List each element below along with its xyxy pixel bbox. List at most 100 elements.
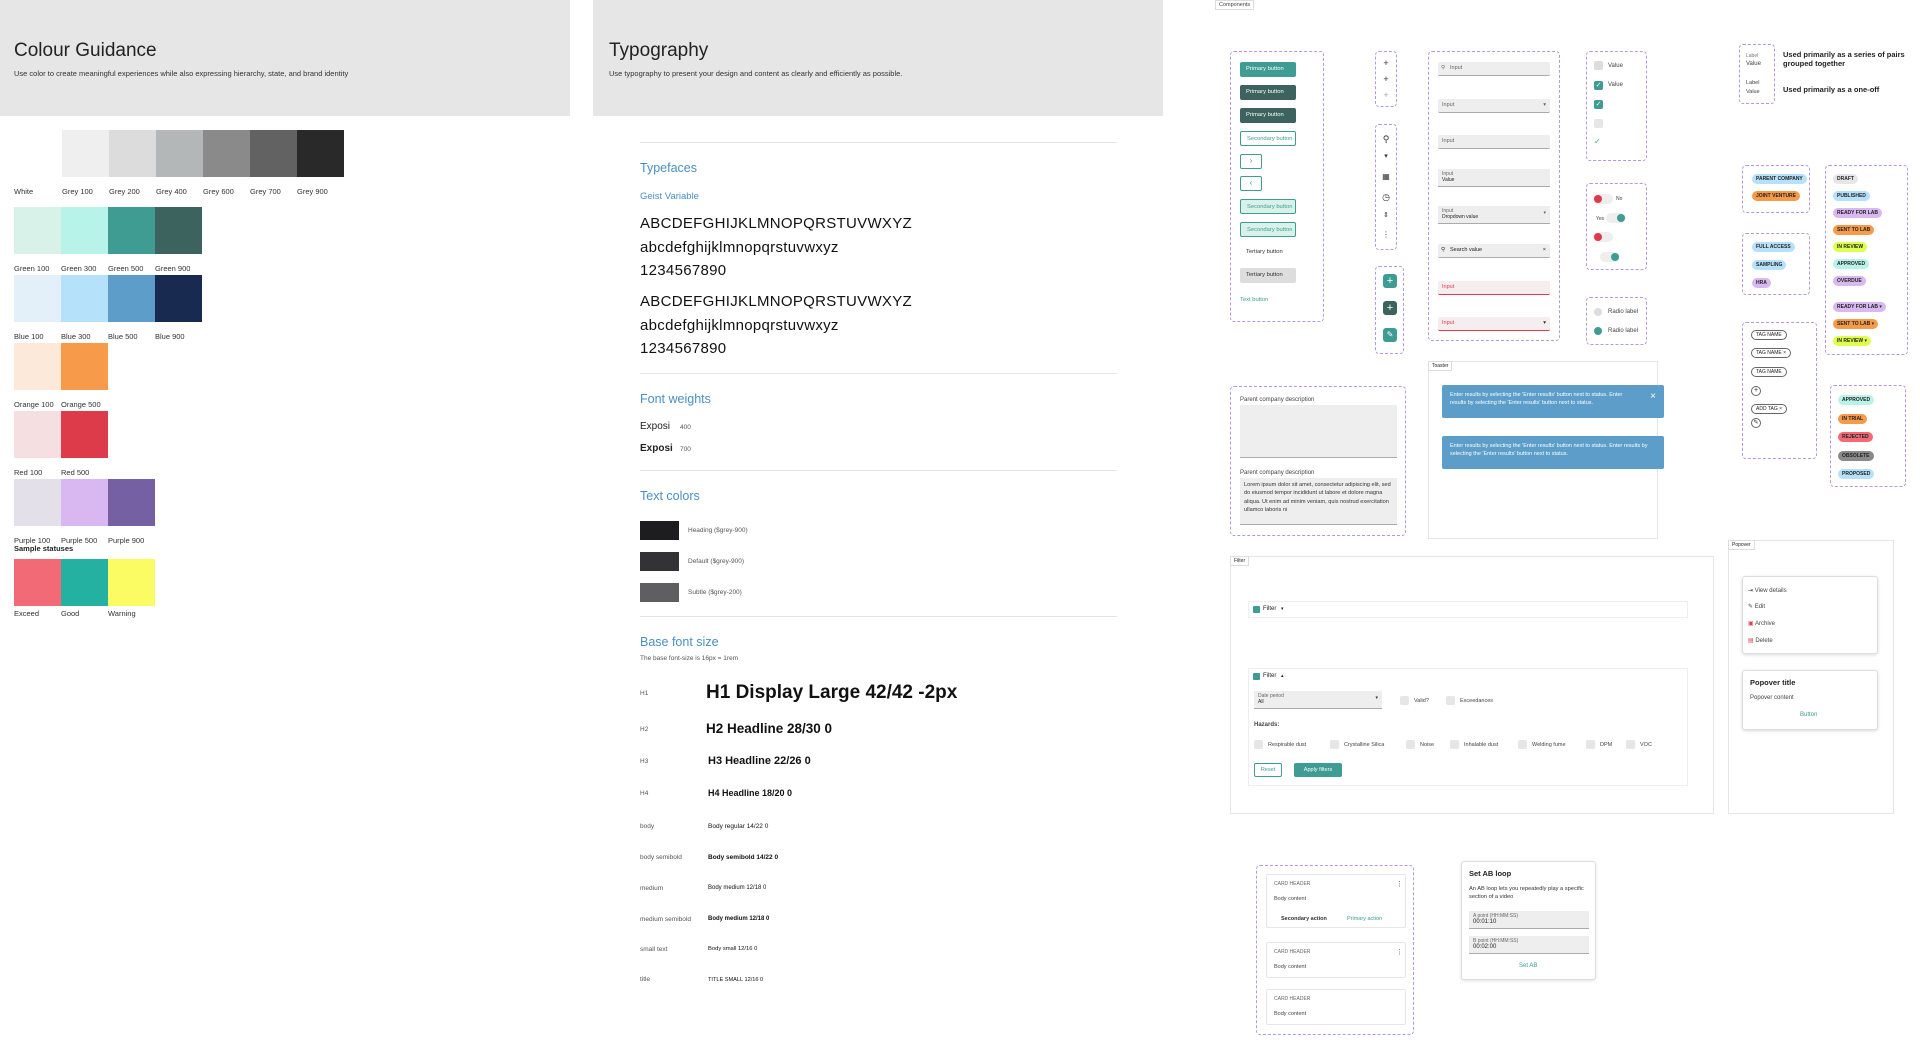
checkbox-unchecked[interactable]: [1594, 61, 1603, 70]
close-icon[interactable]: ×: [1650, 392, 1656, 401]
add-tag-icon[interactable]: +: [1751, 386, 1761, 396]
card-primary-action[interactable]: Primary action: [1347, 916, 1382, 922]
tag-pill[interactable]: TAG NAME ×: [1751, 348, 1792, 358]
hazard-checkbox[interactable]: [1330, 740, 1339, 749]
checkbox-checked[interactable]: ✓: [1594, 81, 1603, 90]
toggle-off[interactable]: [1593, 194, 1613, 204]
demo-button[interactable]: Tertiary button: [1240, 245, 1296, 260]
demo-button[interactable]: Primary button: [1240, 108, 1296, 123]
more-vertical-icon[interactable]: ⋮: [1381, 230, 1391, 240]
search-icon: ⚲: [1441, 65, 1446, 71]
swatch-label: Green 900: [155, 264, 191, 273]
popover-button[interactable]: Button: [1800, 712, 1817, 718]
toggle-on[interactable]: [1606, 213, 1626, 223]
apply-filters-button[interactable]: Apply filters: [1294, 763, 1342, 777]
checkbox-label: Value: [1608, 82, 1623, 88]
radio-label: Radio label: [1608, 328, 1639, 334]
typefaces-heading: Typefaces: [640, 161, 697, 175]
demo-button[interactable]: Tertiary button: [1240, 268, 1296, 283]
card-secondary-action[interactable]: Secondary action: [1281, 916, 1327, 922]
toggle-off[interactable]: [1593, 232, 1613, 242]
hazard-checkbox[interactable]: [1518, 740, 1527, 749]
clock-icon[interactable]: ◷: [1381, 192, 1391, 202]
pair-note: Used primarily as a one-off: [1783, 85, 1880, 94]
popover-item-archive[interactable]: ▣ Archive: [1748, 620, 1775, 628]
chevron-down-icon[interactable]: ▾: [1863, 338, 1868, 344]
textarea-empty[interactable]: [1240, 405, 1397, 458]
valid-checkbox[interactable]: [1400, 696, 1409, 705]
reset-button[interactable]: Reset: [1254, 763, 1282, 777]
date-period-select[interactable]: Date period All ▾: [1254, 691, 1382, 709]
chevron-right-icon[interactable]: ›: [1240, 154, 1262, 169]
weight-400-value: 400: [680, 424, 691, 431]
dropdown-icon: ▾: [1543, 320, 1546, 326]
edit-tag-icon[interactable]: ✎: [1751, 418, 1761, 428]
exceedances-label: Exceedances: [1460, 698, 1494, 704]
exceedances-checkbox[interactable]: [1446, 696, 1455, 705]
demo-button[interactable]: Secondary button: [1240, 222, 1296, 237]
sort-icon[interactable]: ⇕: [1381, 211, 1391, 221]
filter-collapsed[interactable]: Filter ▾: [1248, 601, 1688, 618]
user-search-icon[interactable]: ⚲: [1381, 134, 1391, 144]
color-swatch: [250, 130, 297, 177]
divider: [640, 142, 1117, 143]
add-icon[interactable]: +: [1383, 274, 1397, 288]
search-input-filled[interactable]: ⚲ Search value ×: [1438, 244, 1550, 258]
plus-icon[interactable]: +: [1381, 58, 1391, 68]
b-point-input[interactable]: B point (HH:MM:SS) 00:02:00: [1469, 936, 1589, 954]
demo-button[interactable]: Secondary button: [1240, 199, 1296, 214]
popover-item-view-details[interactable]: ⇥ View details: [1748, 587, 1787, 595]
checkbox-checked[interactable]: ✓: [1594, 100, 1603, 109]
radio-unselected[interactable]: [1594, 308, 1602, 316]
popover-item-edit[interactable]: ✎ Edit: [1748, 603, 1765, 611]
tag-pill[interactable]: TAG NAME: [1751, 330, 1787, 340]
hazard-label: Noise: [1420, 742, 1435, 748]
demo-button[interactable]: Primary button: [1240, 85, 1296, 100]
chevron-down-icon[interactable]: ▾: [1870, 321, 1875, 327]
close-icon[interactable]: ×: [1782, 350, 1786, 356]
text-color-label: Subtle ($grey-200): [688, 589, 742, 596]
dropdown-filled[interactable]: Input Dropdown value ▾: [1438, 206, 1550, 224]
hazard-checkbox[interactable]: [1586, 740, 1595, 749]
pair-note: Used primarily as a series of pairs grou…: [1783, 50, 1905, 68]
chevron-down-icon[interactable]: ▾: [1381, 152, 1391, 162]
chevron-left-icon[interactable]: ‹: [1240, 176, 1262, 191]
toggle-on[interactable]: [1600, 252, 1620, 262]
status-chip: READY FOR LAB ▾: [1833, 302, 1886, 312]
hazard-checkbox[interactable]: [1450, 740, 1459, 749]
calendar-icon[interactable]: ▦: [1381, 172, 1391, 182]
hazard-checkbox[interactable]: [1626, 740, 1635, 749]
search-input[interactable]: ⚲ Input: [1438, 62, 1550, 76]
status-chip: READY FOR LAB: [1833, 208, 1883, 218]
demo-button[interactable]: Text button: [1240, 293, 1296, 308]
clear-icon[interactable]: ×: [1543, 244, 1546, 257]
error-dropdown[interactable]: Input ▾: [1438, 317, 1550, 331]
add-icon[interactable]: +: [1383, 301, 1397, 315]
error-input[interactable]: Input: [1438, 281, 1550, 295]
hazard-checkbox[interactable]: [1254, 740, 1263, 749]
text-input[interactable]: Input: [1438, 135, 1550, 149]
status-chip: APPROVED: [1833, 259, 1870, 269]
type-scale-tag: small text: [640, 946, 668, 953]
a-point-input[interactable]: A point (HH:MM:SS) 00:01:10: [1469, 911, 1589, 929]
more-vertical-icon[interactable]: ⋮: [1396, 948, 1403, 956]
demo-button[interactable]: Primary button: [1240, 62, 1296, 77]
radio-selected[interactable]: [1594, 327, 1602, 335]
tag-pill[interactable]: TAG NAME: [1751, 367, 1787, 377]
card-header: CARD HEADER: [1274, 996, 1311, 1002]
text-input-filled[interactable]: Input Value: [1438, 169, 1550, 187]
dropdown-input[interactable]: Input ▾: [1438, 99, 1550, 113]
edit-icon[interactable]: ✎: [1383, 328, 1397, 342]
checkbox-label: Value: [1608, 63, 1623, 69]
chevron-down-icon[interactable]: ▾: [1878, 304, 1882, 310]
tag-pill[interactable]: ADD TAG ×: [1751, 404, 1788, 414]
demo-button[interactable]: Secondary button: [1240, 131, 1296, 146]
hazard-checkbox[interactable]: [1406, 740, 1415, 749]
close-icon[interactable]: ×: [1778, 406, 1782, 412]
popover-item-delete[interactable]: ▤ Delete: [1748, 637, 1773, 645]
textarea-filled[interactable]: Lorem ipsum dolor sit amet, consectetur …: [1240, 478, 1397, 525]
more-vertical-icon[interactable]: ⋮: [1396, 880, 1403, 888]
set-ab-button[interactable]: Set AB: [1519, 963, 1537, 969]
status-chip: JOINT VENTURE: [1752, 191, 1801, 201]
plus-icon[interactable]: +: [1381, 74, 1391, 84]
